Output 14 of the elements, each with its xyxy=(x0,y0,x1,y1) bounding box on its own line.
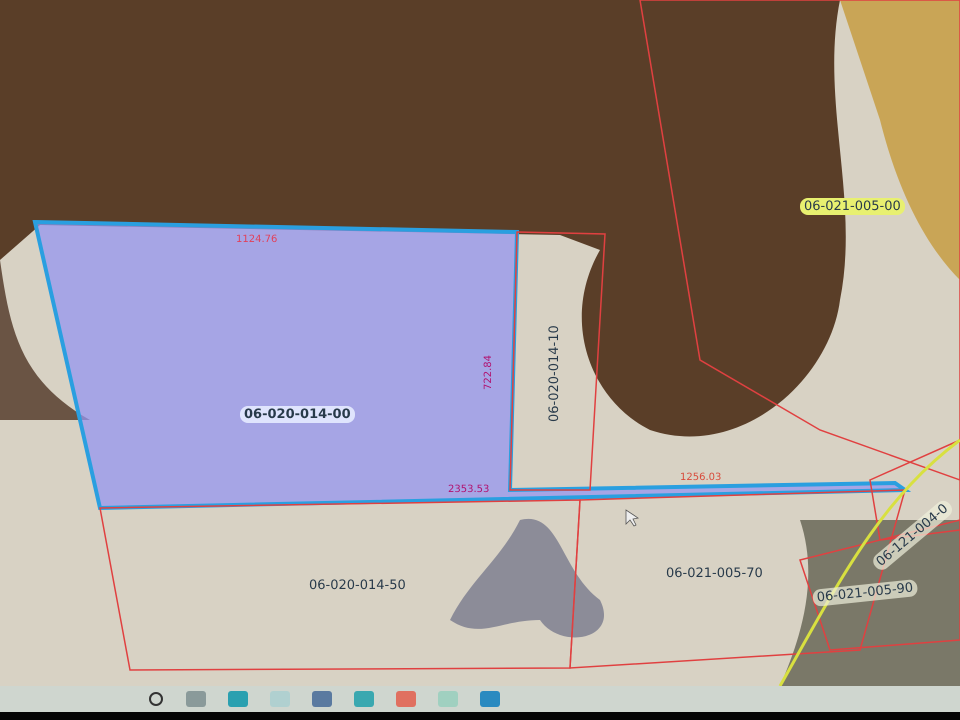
parcel-number: 06-021-005-00 xyxy=(800,198,905,215)
mouse-cursor-icon xyxy=(626,509,640,527)
boundary-length: 2353.53 xyxy=(448,484,490,495)
parcel-number: 06-021-005-70 xyxy=(665,565,764,582)
parcel-number: 06-020-014-10 xyxy=(546,324,563,424)
parcel-number: 06-020-014-00 xyxy=(240,406,355,423)
boundary-length: 722.84 xyxy=(483,355,494,390)
parcel[interactable] xyxy=(639,0,960,482)
parcel[interactable] xyxy=(99,499,581,671)
parcel-number: 06-020-014-50 xyxy=(308,577,407,594)
search-icon[interactable] xyxy=(148,691,164,707)
parcel[interactable] xyxy=(509,231,606,491)
boundary-length: 1124.76 xyxy=(236,234,278,245)
boundary-length: 1256.03 xyxy=(680,472,722,483)
